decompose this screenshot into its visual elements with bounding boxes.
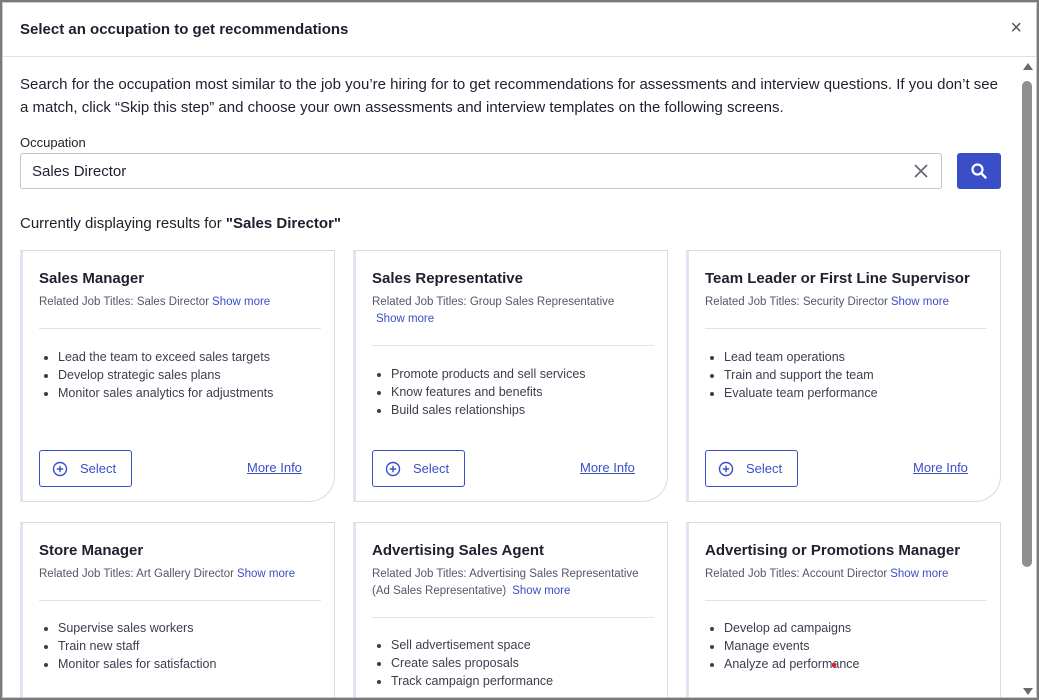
card-title: Store Manager [39, 542, 144, 559]
related-prefix: Related Job Titles: [39, 296, 137, 308]
card-divider [372, 617, 654, 618]
plus-circle-icon [52, 461, 68, 476]
results-summary: Currently displaying results for "Sales … [20, 215, 341, 232]
card-bullets: Lead team operations Train and support t… [724, 348, 878, 402]
card-title: Team Leader or First Line Supervisor [705, 270, 970, 287]
related-titles: Related Job Titles: Group Sales Represen… [372, 294, 647, 328]
card-bullets: Supervise sales workers Train new staff … [58, 619, 216, 673]
related-prefix: Related Job Titles: [39, 568, 137, 580]
occupation-card: Team Leader or First Line Supervisor Rel… [686, 250, 1001, 502]
plus-circle-icon [385, 461, 401, 476]
show-more-link[interactable]: Show more [512, 585, 570, 597]
search-icon [971, 163, 987, 179]
related-prefix: Related Job Titles: [372, 568, 470, 580]
list-item: Create sales proposals [391, 654, 553, 672]
more-info-link[interactable]: More Info [247, 460, 302, 475]
cursor-marker [832, 663, 836, 667]
search-button[interactable] [957, 153, 1001, 189]
plus-circle-icon [718, 461, 734, 476]
card-title: Sales Representative [372, 270, 523, 287]
occupation-modal: Select an occupation to get recommendati… [2, 2, 1037, 698]
related-titles: Related Job Titles: Art Gallery Director… [39, 566, 314, 583]
results-prefix: Currently displaying results for [20, 215, 226, 232]
more-info-link[interactable]: More Info [913, 460, 968, 475]
list-item: Supervise sales workers [58, 619, 216, 637]
related-titles: Related Job Titles: Sales Director Show m… [39, 294, 314, 311]
related-prefix: Related Job Titles: [705, 296, 803, 308]
related-value: Sales Director [136, 296, 210, 308]
occupation-card: Sales Representative Related Job Titles:… [353, 250, 668, 502]
scroll-down-icon[interactable] [1023, 688, 1033, 695]
list-item: Sell advertisement space [391, 636, 553, 654]
modal-body: Search for the occupation most similar t… [3, 58, 1018, 697]
clear-icon[interactable] [911, 161, 931, 181]
list-item: Train and support the team [724, 366, 878, 384]
intro-text: Search for the occupation most similar t… [20, 76, 998, 116]
related-value: Security Director [802, 296, 888, 308]
vertical-scrollbar[interactable] [1020, 61, 1036, 697]
more-info-link[interactable]: More Info [580, 460, 635, 475]
card-bullets: Develop ad campaigns Manage events Analy… [724, 619, 860, 673]
related-value: Art Gallery Director [136, 568, 234, 580]
list-item: Analyze ad performance [724, 655, 860, 673]
scrollbar-thumb[interactable] [1022, 81, 1032, 567]
card-divider [39, 600, 321, 601]
list-item: Develop ad campaigns [724, 619, 860, 637]
list-item: Lead team operations [724, 348, 878, 366]
select-label: Select [746, 461, 783, 476]
show-more-link[interactable]: Show more [212, 296, 270, 308]
list-item: Develop strategic sales plans [58, 366, 273, 384]
select-button[interactable]: Select [705, 450, 798, 487]
card-divider [705, 328, 987, 329]
results-query: "Sales Director" [225, 215, 342, 232]
modal-header: Select an occupation to get recommendati… [3, 3, 1036, 57]
related-value: Account Director [802, 568, 888, 580]
occupation-card: Store Manager Related Job Titles: Art Ga… [20, 522, 335, 697]
list-item: Monitor sales analytics for adjustments [58, 384, 273, 402]
list-item: Know features and benefits [391, 383, 586, 401]
list-item: Build sales relationships [391, 401, 586, 419]
card-bullets: Promote products and sell services Know … [391, 365, 586, 419]
related-titles: Related Job Titles: Security Director Sho… [705, 294, 980, 311]
close-icon[interactable]: × [1010, 18, 1022, 38]
occupation-search-input[interactable]: Sales Director [20, 153, 942, 189]
select-label: Select [80, 461, 117, 476]
list-item: Promote products and sell services [391, 365, 586, 383]
list-item: Track campaign performance [391, 672, 553, 690]
occupation-label: Occupation [20, 135, 86, 150]
card-divider [372, 345, 654, 346]
related-prefix: Related Job Titles: [372, 296, 470, 308]
scroll-up-icon[interactable] [1023, 63, 1033, 70]
card-bullets: Lead the team to exceed sales targets De… [58, 348, 273, 402]
card-divider [39, 328, 321, 329]
list-item: Train new staff [58, 637, 216, 655]
modal-title: Select an occupation to get recommendati… [20, 21, 349, 38]
occupation-card: Sales Manager Related Job Titles: Sales … [20, 250, 335, 502]
card-title: Advertising or Promotions Manager [705, 542, 961, 559]
show-more-link[interactable]: Show more [237, 568, 295, 580]
list-item: Monitor sales for satisfaction [58, 655, 216, 673]
occupation-card: Advertising or Promotions Manager Relate… [686, 522, 1001, 697]
card-divider [705, 600, 987, 601]
search-input-value[interactable]: Sales Director [32, 163, 126, 180]
related-value: Group Sales Representative [469, 296, 615, 308]
list-item: Lead the team to exceed sales targets [58, 348, 273, 366]
related-titles: Related Job Titles: Account Director Show… [705, 566, 980, 583]
related-prefix: Related Job Titles: [705, 568, 803, 580]
card-bullets: Sell advertisement space Create sales pr… [391, 636, 553, 690]
select-button[interactable]: Select [372, 450, 465, 487]
card-title: Advertising Sales Agent [372, 542, 544, 559]
related-titles: Related Job Titles: Advertising Sales Re… [372, 566, 647, 600]
select-button[interactable]: Select [39, 450, 132, 487]
select-label: Select [413, 461, 450, 476]
occupation-card: Advertising Sales Agent Related Job Titl… [353, 522, 668, 697]
show-more-link[interactable]: Show more [376, 313, 434, 325]
list-item: Manage events [724, 637, 860, 655]
show-more-link[interactable]: Show more [890, 568, 948, 580]
show-more-link[interactable]: Show more [891, 296, 949, 308]
card-title: Sales Manager [39, 270, 145, 287]
list-item: Evaluate team performance [724, 384, 878, 402]
